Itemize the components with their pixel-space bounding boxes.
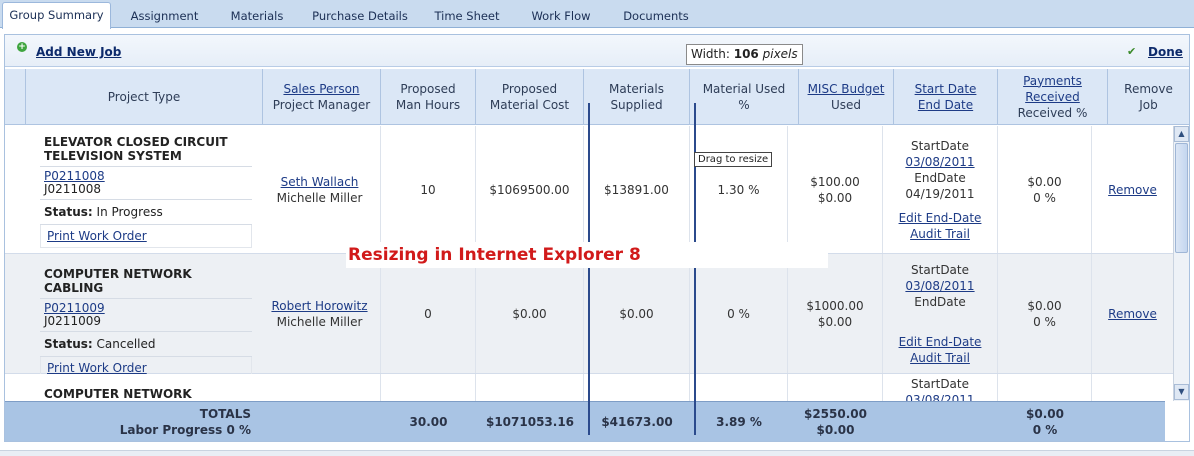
header-remove-job: Remove Job (1108, 69, 1189, 125)
sales-person-link[interactable]: Robert Horowitz (271, 298, 367, 314)
edit-end-date-link[interactable]: Edit End-Date (899, 334, 982, 350)
resize-banner: Resizing in Internet Explorer 8 (346, 242, 828, 268)
totals-label: TOTALS Labor Progress 0 % (119, 407, 251, 437)
scroll-up-icon[interactable]: ▲ (1174, 126, 1189, 142)
remove-cell: Remove (1092, 254, 1173, 373)
totals-row: TOTALS Labor Progress 0 % 30.00 $1071053… (5, 401, 1165, 441)
misc-budget-cell: $100.00 $0.00 (788, 126, 883, 253)
tab-purchase-details[interactable]: Purchase Details (300, 3, 420, 28)
sort-end-date[interactable]: End Date (918, 97, 973, 113)
job-info-card: COMPUTER NETWORK CABLING (40, 384, 252, 401)
job-info-card: COMPUTER NETWORK CABLING P0211009 J02110… (40, 264, 252, 380)
job-number: J0211008 (44, 182, 101, 196)
material-used-cell: 1.30 % (690, 126, 788, 253)
tab-bar: Group Summary Assignment Materials Purch… (0, 0, 1194, 29)
job-title: COMPUTER NETWORK CABLING (40, 264, 252, 299)
payments-cell (998, 374, 1092, 401)
job-grid-panel: + Add New Job ✔ Done Project Type Sales … (4, 34, 1190, 442)
add-icon[interactable]: + (17, 42, 27, 52)
total-payments: $0.00 0 % (1026, 407, 1064, 437)
tab-work-flow[interactable]: Work Flow (514, 3, 608, 28)
material-cost-cell: $0.00 (476, 254, 584, 373)
scroll-thumb[interactable] (1175, 143, 1188, 253)
scroll-down-icon[interactable]: ▼ (1174, 384, 1189, 400)
payments-cell: $0.00 0 % (998, 126, 1092, 253)
header-material-cost: Proposed Material Cost (476, 69, 584, 125)
sort-payments[interactable]: Payments (1023, 73, 1082, 89)
total-material-used: 3.89 % (716, 415, 762, 429)
dates-cell: StartDate 03/08/2011 EndDate 04/19/2011 … (883, 126, 998, 253)
start-date-link[interactable]: 03/08/2011 (905, 278, 974, 294)
materials-supplied-cell: $0.00 (584, 254, 690, 373)
sort-start-date[interactable]: Start Date (915, 81, 977, 97)
header-project-type: Project Type (26, 69, 263, 125)
start-date-link[interactable]: 03/08/2011 (905, 154, 974, 170)
header-materials-supplied: Materials Supplied (584, 69, 690, 125)
misc-budget-cell (788, 374, 883, 401)
header-sales-person[interactable]: Sales Person Project Manager (263, 69, 381, 125)
misc-budget-cell: $1000.00 $0.00 (788, 254, 883, 373)
remove-job-link[interactable]: Remove (1108, 306, 1157, 322)
job-codes: P0211008 J0211008 (40, 167, 252, 200)
print-work-order-link[interactable]: Print Work Order (40, 225, 252, 248)
vertical-scrollbar[interactable]: ▲ ▼ (1173, 126, 1189, 401)
edit-end-date-link[interactable]: Edit End-Date (899, 210, 982, 226)
material-cost-cell (476, 374, 584, 401)
tab-materials[interactable]: Materials (217, 3, 297, 28)
material-used-cell: 0 % (690, 254, 788, 373)
sort-sales-person[interactable]: Sales Person (283, 81, 359, 97)
add-new-job-link[interactable]: Add New Job (36, 45, 121, 59)
column-divider-left (588, 103, 590, 435)
materials-supplied-cell: $13891.00 (584, 126, 690, 253)
audit-trail-link[interactable]: Audit Trail (910, 350, 970, 366)
sales-person-cell (259, 374, 381, 401)
material-used-cell (690, 374, 788, 401)
start-date-link[interactable]: 03/08/2011 (905, 392, 974, 401)
sort-misc-budget[interactable]: MISC Budget (808, 81, 885, 97)
man-hours-cell: 10 (381, 126, 476, 253)
dates-cell: StartDate 03/08/2011 (883, 374, 998, 401)
grid-toolbar: + Add New Job ✔ Done (5, 35, 1189, 67)
sales-person-cell: Seth Wallach Michelle Miller (259, 126, 381, 253)
job-info-card: ELEVATOR CLOSED CIRCUIT TELEVISION SYSTE… (40, 132, 252, 248)
total-materials-supplied: $41673.00 (601, 415, 673, 429)
total-material-cost: $1071053.16 (485, 415, 575, 429)
tab-group-summary[interactable]: Group Summary (2, 2, 111, 29)
man-hours-cell (381, 374, 476, 401)
job-status: Status: In Progress (40, 200, 252, 225)
job-title: ELEVATOR CLOSED CIRCUIT TELEVISION SYSTE… (40, 132, 252, 167)
dates-cell: StartDate 03/08/2011 EndDate Edit End-Da… (883, 254, 998, 373)
materials-supplied-cell (584, 374, 690, 401)
man-hours-cell: 0 (381, 254, 476, 373)
header-payments[interactable]: Payments Received Received % (998, 69, 1108, 125)
sales-person-cell: Robert Horowitz Michelle Miller (259, 254, 381, 373)
total-misc-budget: $2550.00 $0.00 (803, 407, 867, 437)
header-material-used: Material Used% (690, 69, 799, 125)
drag-to-resize-tooltip: Drag to resize (694, 152, 773, 167)
tab-assignment[interactable]: Assignment (114, 3, 215, 28)
page-bottom-border (0, 450, 1194, 456)
header-man-hours: Proposed Man Hours (381, 69, 476, 125)
sort-received[interactable]: Received (1025, 89, 1080, 105)
sales-person-link[interactable]: Seth Wallach (281, 174, 359, 190)
remove-cell: Remove (1092, 126, 1173, 253)
job-codes: P0211009 J0211009 (40, 299, 252, 332)
material-cost-cell: $1069500.00 (476, 126, 584, 253)
tab-documents[interactable]: Documents (611, 3, 701, 28)
total-man-hours: 30.00 (409, 415, 448, 429)
job-status: Status: Cancelled (40, 332, 252, 357)
audit-trail-link[interactable]: Audit Trail (910, 226, 970, 242)
done-link[interactable]: Done (1148, 45, 1183, 59)
tab-time-sheet[interactable]: Time Sheet (423, 3, 511, 28)
job-number: J0211009 (44, 314, 101, 328)
remove-job-link[interactable]: Remove (1108, 182, 1157, 198)
width-tooltip: Width: 106 pixels (686, 44, 803, 65)
job-title: COMPUTER NETWORK CABLING (44, 387, 192, 401)
header-dates[interactable]: Start Date End Date (894, 69, 998, 125)
header-select-column (5, 69, 26, 125)
header-misc-budget[interactable]: MISC Budget Used (799, 69, 894, 125)
check-icon: ✔ (1127, 45, 1137, 58)
payments-cell: $0.00 0 % (998, 254, 1092, 373)
